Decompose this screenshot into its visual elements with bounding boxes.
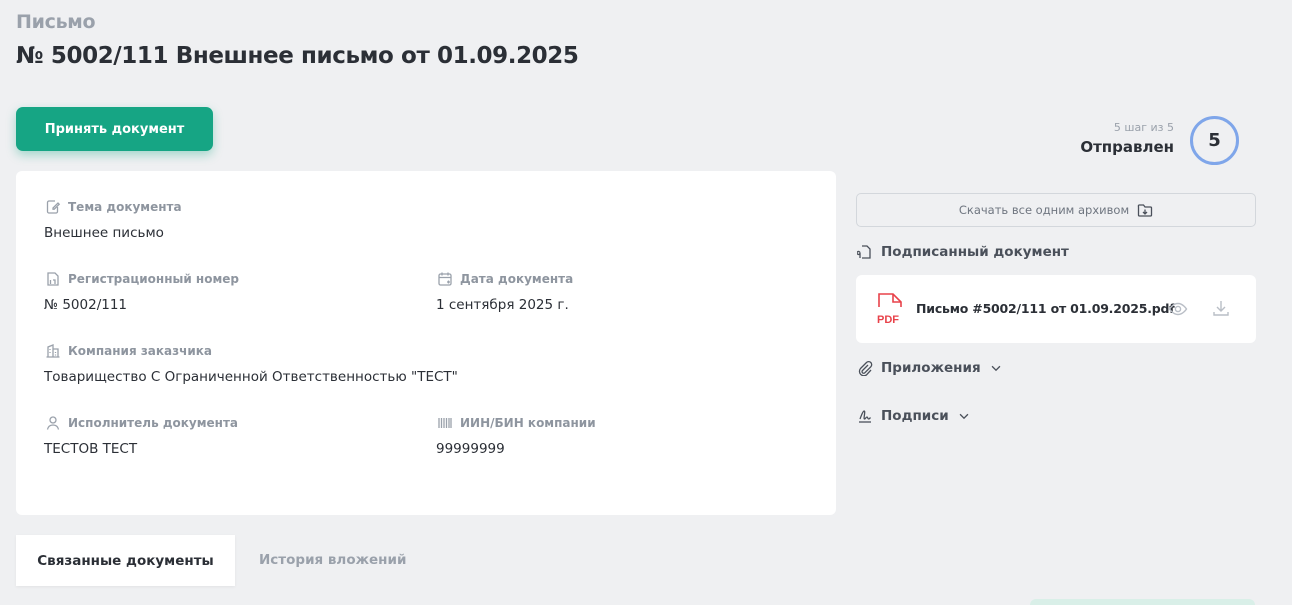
tab-related-documents[interactable]: Связанные документы xyxy=(16,535,235,586)
executor-value: ТЕСТОВ ТЕСТ xyxy=(44,441,138,457)
barcode-icon xyxy=(438,418,452,428)
reg-number-value: № 5002/111 xyxy=(44,297,128,313)
page-title: № 5002/111 Внешнее письмо от 01.09.2025 xyxy=(16,43,579,69)
chevron-down-icon xyxy=(991,365,1001,372)
reg-number-field-label: Регистрационный номер xyxy=(45,271,239,287)
signed-file-card[interactable]: PDF Письмо #5002/111 от 01.09.2025.pdf xyxy=(856,275,1256,343)
signed-document-heading: Подписанный документ xyxy=(857,244,1069,260)
edit-document-icon xyxy=(46,200,61,214)
company-label-text: Компания заказчика xyxy=(68,344,213,358)
numbered-document-icon xyxy=(47,272,59,286)
document-details-card: Тема документа Внешнее письмо Регистраци… xyxy=(16,171,836,515)
accept-document-button[interactable]: Принять документ xyxy=(16,107,213,151)
company-field-label: Компания заказчика xyxy=(45,343,212,359)
attachments-label: Приложения xyxy=(881,360,981,376)
archive-label: Скачать все одним архивом xyxy=(958,203,1130,217)
step-number: 5 xyxy=(1208,130,1221,151)
chevron-down-icon xyxy=(959,413,969,420)
reg-number-label-text: Регистрационный номер xyxy=(68,272,240,286)
subject-value: Внешнее письмо xyxy=(44,225,164,241)
status-label: Отправлен xyxy=(1080,138,1174,156)
paperclip-icon xyxy=(858,360,873,376)
bottom-panel-edge xyxy=(1030,599,1255,605)
step-caption: 5 шаг из 5 xyxy=(1113,121,1174,134)
iin-field-label: ИИН/БИН компании xyxy=(437,415,596,431)
attachments-toggle[interactable]: Приложения xyxy=(857,360,1003,376)
doc-date-field-label: Дата документа xyxy=(437,271,573,287)
executor-label-text: Исполнитель документа xyxy=(68,416,239,430)
tab-attachment-history[interactable]: История вложений xyxy=(259,552,406,568)
signature-icon xyxy=(859,410,871,423)
pdf-file-icon: PDF xyxy=(877,293,902,325)
folder-download-icon xyxy=(1137,204,1153,217)
calendar-icon xyxy=(438,272,452,286)
signed-document-icon xyxy=(857,245,871,259)
eye-icon[interactable] xyxy=(1168,301,1188,317)
page-pretitle: Письмо xyxy=(16,11,96,33)
signatures-label: Подписи xyxy=(881,408,949,424)
download-icon[interactable] xyxy=(1212,299,1230,317)
building-icon xyxy=(46,344,60,358)
signatures-toggle[interactable]: Подписи xyxy=(857,408,971,424)
doc-date-value: 1 сентября 2025 г. xyxy=(436,297,569,313)
signed-document-heading-text: Подписанный документ xyxy=(881,244,1069,260)
download-archive-button[interactable]: Скачать все одним архивом xyxy=(856,193,1256,227)
subject-label-text: Тема документа xyxy=(68,200,182,214)
company-value: Товарищество С Ограниченной Ответственно… xyxy=(44,369,458,385)
iin-value: 99999999 xyxy=(436,441,505,457)
executor-field-label: Исполнитель документа xyxy=(45,415,238,431)
subject-field-label: Тема документа xyxy=(45,199,182,215)
signed-file-name[interactable]: Письмо #5002/111 от 01.09.2025.pdf xyxy=(916,301,1175,316)
doc-date-label-text: Дата документа xyxy=(460,272,574,286)
user-icon xyxy=(46,416,60,430)
pdf-badge: PDF xyxy=(877,314,899,325)
iin-label-text: ИИН/БИН компании xyxy=(460,416,596,430)
